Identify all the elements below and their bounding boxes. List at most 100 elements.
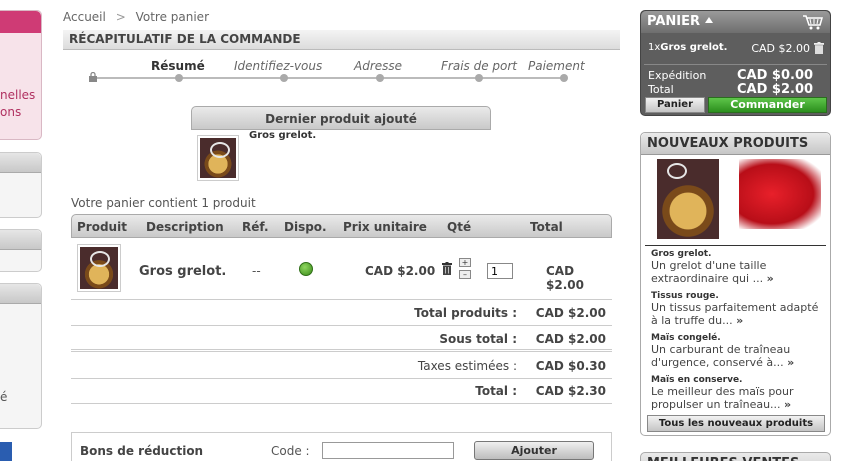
row-reference: --: [252, 264, 261, 278]
more-link[interactable]: »: [784, 398, 791, 411]
breadcrumb-current: Votre panier: [135, 10, 209, 24]
cart-block-title: PANIER: [647, 14, 701, 29]
table-row: Gros grelot. -- CAD $2.00 + – CAD $2.00: [71, 238, 612, 300]
left-block-1: [0, 152, 42, 218]
new-product-item: Maïs congelé. Un carburant de traîneau d…: [651, 333, 826, 369]
basket-icon: [803, 15, 823, 30]
voucher-title: Bons de réduction: [80, 444, 204, 458]
new-product-title[interactable]: Maïs congelé.: [651, 333, 826, 343]
col-unit-price: Prix unitaire: [343, 220, 427, 234]
cart-total-label: Total: [648, 83, 674, 96]
row-total: CAD $2.00: [546, 264, 584, 292]
steps-line: [93, 77, 565, 79]
bell-ornament-image: [80, 247, 118, 289]
cart-total-value: CAD $2.00: [737, 82, 814, 97]
new-product-item: Gros grelot. Un grelot d'une taille extr…: [651, 249, 826, 285]
view-cart-button[interactable]: Panier: [645, 97, 705, 113]
step-address: Adresse: [354, 59, 403, 73]
step-dot-shipping: [475, 74, 483, 82]
voucher-code-label: Code :: [271, 444, 310, 458]
trash-icon[interactable]: [814, 42, 824, 54]
summary-subtotal: Sous total : CAD $2.00: [71, 326, 612, 352]
new-product-title[interactable]: Gros grelot.: [651, 249, 826, 259]
qty-stepper: + –: [459, 258, 471, 282]
col-availability: Dispo.: [284, 220, 327, 234]
lock-icon: [89, 72, 97, 82]
last-added-product-name[interactable]: Gros grelot.: [249, 130, 316, 141]
col-description: Description: [146, 220, 224, 234]
col-qty: Qté: [447, 220, 472, 234]
last-added-title: Dernier produit ajouté: [191, 106, 491, 130]
cart-item-name[interactable]: Gros grelot.: [660, 42, 727, 53]
qty-increase-button[interactable]: +: [459, 258, 471, 267]
new-product-item: Tissus rouge. Un tissus parfaitement ada…: [651, 291, 826, 327]
step-dot-summary: [175, 74, 183, 82]
left-blue-fragment: [0, 442, 12, 461]
col-total: Total: [530, 220, 563, 234]
new-product-image-red-fabric[interactable]: [739, 159, 821, 229]
cart-total-line: Total CAD $2.00: [648, 82, 813, 97]
more-link[interactable]: »: [736, 314, 743, 327]
cart-table-header: Produit Description Réf. Dispo. Prix uni…: [71, 214, 612, 238]
voucher-add-button[interactable]: Ajouter: [474, 441, 594, 460]
cart-block-header[interactable]: PANIER: [641, 11, 830, 33]
total-value: CAD $2.30: [535, 384, 606, 398]
shipping-value: CAD $0.00: [737, 68, 814, 83]
new-products-separator: [645, 245, 826, 246]
left-pink-text: nelles ons: [0, 87, 41, 121]
breadcrumb-separator: >: [115, 10, 126, 24]
all-new-products-button[interactable]: Tous les nouveaux produits: [647, 415, 825, 432]
new-product-desc: Un tissus parfaitement adapté à la truff…: [651, 301, 819, 327]
right-column: PANIER 1xGros grelot. CAD $2.00 Expéditi…: [640, 10, 831, 461]
left-pink-header: [0, 11, 41, 33]
cart-block: PANIER 1xGros grelot. CAD $2.00 Expéditi…: [640, 10, 831, 116]
step-shipping: Frais de port: [441, 59, 518, 73]
qty-input[interactable]: [487, 263, 513, 279]
caret-up-icon[interactable]: [705, 17, 714, 23]
row-unit-price: CAD $2.00: [365, 264, 436, 278]
step-payment: Paiement: [528, 59, 585, 73]
step-dot-identify: [280, 74, 288, 82]
new-product-image-bell[interactable]: [657, 159, 719, 239]
cart-item-qty: 1x: [648, 42, 661, 53]
summary-total: Total : CAD $2.30: [71, 378, 612, 404]
page-title: RÉCAPITULATIF DE LA COMMANDE: [63, 30, 620, 50]
left-pink-block: nelles ons: [0, 10, 42, 140]
last-added-thumbnail[interactable]: [197, 135, 239, 181]
total-products-value: CAD $2.00: [535, 306, 606, 320]
best-sales-block: MEILLEURES VENTES: [640, 452, 831, 461]
subtotal-value: CAD $2.00: [535, 332, 606, 346]
cart-count-text: Votre panier contient 1 produit: [71, 196, 256, 210]
qty-decrease-button[interactable]: –: [459, 270, 471, 279]
left-block-2: [0, 229, 42, 272]
in-stock-icon: [299, 262, 313, 276]
row-product-name[interactable]: Gros grelot.: [139, 264, 226, 279]
new-product-desc: Un grelot d'une taille extraordinaire qu…: [651, 259, 767, 285]
col-product: Produit: [77, 220, 127, 234]
cart-item-price: CAD $2.00: [751, 42, 810, 55]
cart-shipping-line: Expédition CAD $0.00: [648, 68, 813, 83]
more-link[interactable]: »: [787, 356, 794, 369]
checkout-button[interactable]: Commander: [708, 97, 827, 113]
left-pink-line-1: nelles: [0, 88, 36, 102]
trash-icon[interactable]: [442, 262, 452, 275]
total-label: Total :: [475, 384, 517, 398]
left-block-3-text: é: [0, 390, 8, 404]
new-products-title: NOUVEAUX PRODUITS: [641, 133, 830, 155]
row-thumbnail[interactable]: [77, 244, 121, 292]
total-products-label: Total produits :: [414, 306, 517, 320]
voucher-code-input[interactable]: [322, 442, 454, 459]
step-dot-address: [376, 74, 384, 82]
breadcrumb-home-link[interactable]: Accueil: [63, 10, 106, 24]
order-steps: Résumé Identifiez-vous Adresse Frais de …: [89, 58, 613, 88]
new-product-desc: Un carburant de traîneau d'urgence, cons…: [651, 343, 791, 369]
subtotal-label: Sous total :: [439, 332, 517, 346]
more-link[interactable]: »: [767, 272, 774, 285]
voucher-block: Bons de réduction Code : Ajouter: [71, 432, 612, 461]
left-pink-line-2: ons: [0, 105, 22, 119]
new-product-title[interactable]: Tissus rouge.: [651, 291, 826, 301]
breadcrumb: Accueil > Votre panier: [63, 10, 209, 24]
bell-ornament-image: [657, 159, 719, 239]
new-product-title[interactable]: Maïs en conserve.: [651, 375, 826, 385]
taxes-value: CAD $0.30: [535, 359, 606, 373]
